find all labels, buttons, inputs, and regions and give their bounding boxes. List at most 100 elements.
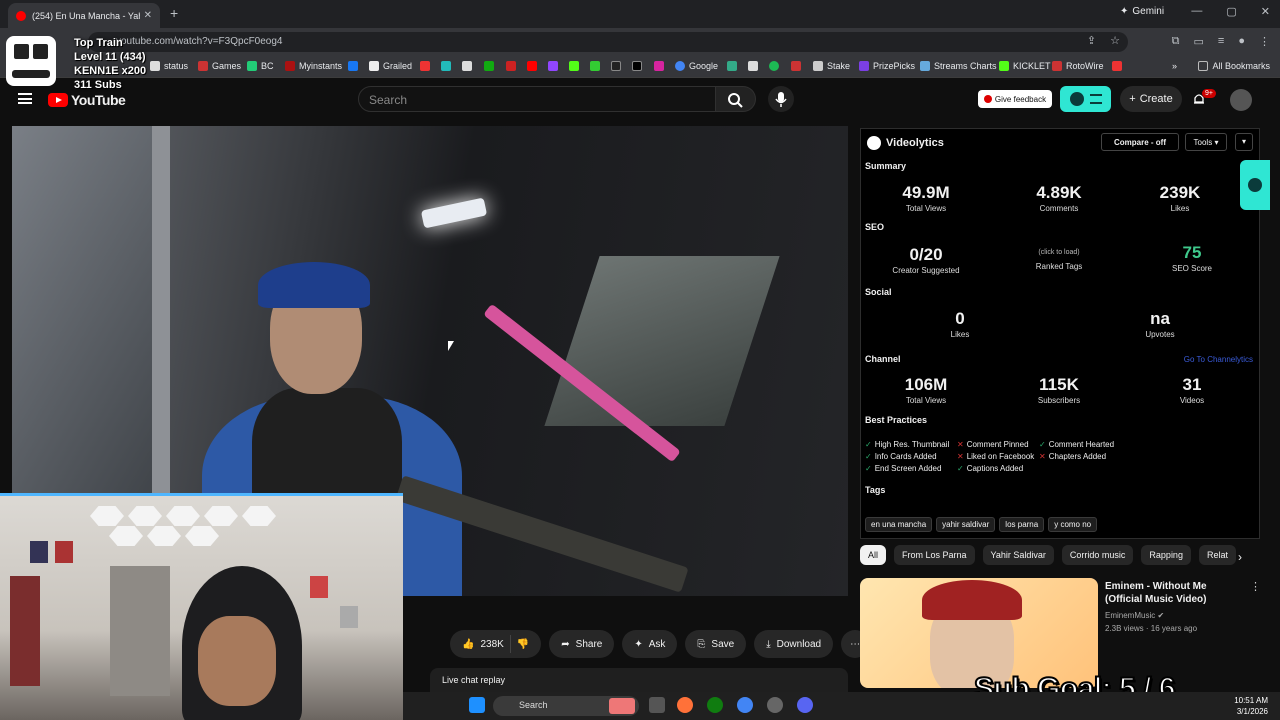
save-button[interactable]: ⎘ Save: [685, 630, 747, 658]
bookmarks-overflow-icon[interactable]: »: [1172, 61, 1177, 71]
voice-search-button[interactable]: [768, 86, 794, 112]
compare-toggle[interactable]: Compare - off: [1101, 133, 1179, 151]
chip-yahir-saldivar[interactable]: Yahir Saldivar: [982, 545, 1054, 565]
create-button[interactable]: + Create: [1120, 86, 1182, 112]
chip-corrido-music[interactable]: Corrido music: [1061, 545, 1134, 565]
stat-label: SEO Score: [1171, 264, 1212, 273]
youtube-bookmark-icon[interactable]: [527, 61, 537, 71]
download-button[interactable]: ⤓ Download: [754, 630, 834, 658]
more-options-icon[interactable]: ⋮: [1250, 580, 1261, 593]
chip-related[interactable]: Relat: [1198, 545, 1236, 565]
bookmark-grailed[interactable]: Grailed: [369, 61, 412, 71]
tag-chip[interactable]: en una mancha: [865, 517, 933, 532]
facebook-icon[interactable]: [348, 61, 358, 71]
bookmark-icon-f[interactable]: [590, 61, 600, 71]
maximize-icon[interactable]: ▢: [1226, 5, 1236, 18]
bookmark-status[interactable]: status: [150, 61, 188, 71]
xbox-icon[interactable]: [707, 697, 723, 713]
hamburger-menu-icon[interactable]: [18, 93, 32, 104]
bookmark-google[interactable]: Google: [675, 61, 718, 71]
best-practice-label: Comment Hearted: [1048, 440, 1115, 449]
spotify-icon[interactable]: [769, 61, 779, 71]
videolytics-logo-icon: [1248, 178, 1262, 192]
bookmark-myinstants[interactable]: Myinstants: [285, 61, 342, 71]
dislike-button[interactable]: 👎: [517, 639, 529, 650]
tag-chip[interactable]: y como no: [1048, 517, 1098, 532]
bookmark-star-icon[interactable]: ☆: [1110, 34, 1120, 47]
recommended-video-title[interactable]: Eminem - Without Me (Official Music Vide…: [1105, 580, 1245, 606]
tiktok-icon[interactable]: [611, 61, 621, 71]
tools-dropdown[interactable]: Tools ▾: [1185, 133, 1227, 151]
close-window-icon[interactable]: ✕: [1261, 5, 1270, 18]
videolytics-toggle-button[interactable]: [1060, 86, 1111, 112]
stat-value: 0/20: [909, 245, 943, 264]
bookmark-icon-h[interactable]: [748, 61, 758, 71]
bookmark-icon-a[interactable]: [420, 61, 430, 71]
kick-icon[interactable]: [569, 61, 579, 71]
all-bookmarks[interactable]: All Bookmarks: [1198, 61, 1270, 71]
bookmark-bc[interactable]: BC: [247, 61, 274, 71]
videolytics-side-tab[interactable]: [1240, 160, 1270, 210]
tag-chip[interactable]: yahir saldivar: [936, 517, 996, 532]
menu-icon[interactable]: ⋮: [1259, 35, 1270, 48]
firefox-icon[interactable]: [677, 697, 693, 713]
task-view-icon[interactable]: [649, 697, 665, 713]
live-chat-replay[interactable]: Live chat replay: [430, 668, 848, 692]
bookmark-icon-j[interactable]: [1112, 61, 1122, 71]
gemini-button[interactable]: ✦ Gemini: [1120, 6, 1164, 17]
recommended-channel[interactable]: EminemMusic: [1105, 611, 1155, 620]
tag-chip[interactable]: los parna: [999, 517, 1045, 532]
discord-icon[interactable]: [797, 697, 813, 713]
share-button[interactable]: ➦ Share: [549, 630, 615, 658]
youtube-logo[interactable]: YouTube: [48, 92, 126, 108]
collapse-panel-button[interactable]: ▾: [1235, 133, 1253, 151]
bookmark-icon-c[interactable]: [462, 61, 472, 71]
bookmark-prizepicks[interactable]: PrizePicks: [859, 61, 915, 71]
new-tab-icon[interactable]: +: [170, 5, 178, 21]
train-icon: [6, 36, 56, 86]
bookmark-icon-b[interactable]: [441, 61, 451, 71]
like-button[interactable]: 👍: [462, 639, 474, 650]
chrome-icon[interactable]: [737, 697, 753, 713]
mouse-cursor-icon: [448, 341, 454, 351]
seo-ranked-tags[interactable]: (click to load) Ranked Tags: [1004, 249, 1114, 271]
search-button[interactable]: [716, 86, 756, 112]
x-icon[interactable]: [632, 61, 642, 71]
sidebar-icon[interactable]: ▭: [1194, 35, 1204, 48]
browser-tab[interactable]: (254) En Una Mancha - Yah... ✕: [8, 3, 160, 28]
bookmark-kicklet[interactable]: KICKLET: [999, 61, 1051, 71]
chevron-right-icon[interactable]: ›: [1238, 550, 1242, 564]
windows-start-icon[interactable]: [469, 697, 485, 713]
bookmark-icon-d[interactable]: [484, 61, 494, 71]
search-input[interactable]: Search: [358, 86, 716, 112]
ask-button[interactable]: ✦ Ask: [622, 630, 678, 658]
give-feedback-button[interactable]: Give feedback: [978, 90, 1052, 108]
chip-all[interactable]: All: [860, 545, 887, 565]
youtube-favicon-icon: [16, 10, 26, 21]
system-clock[interactable]: 10:51 AM 3/1/2026: [1234, 695, 1268, 717]
media-icon[interactable]: ≡: [1218, 35, 1224, 48]
bookmark-streams-charts[interactable]: Streams Charts: [920, 61, 997, 71]
live-chat-label: Live chat replay: [442, 675, 506, 685]
twitch-icon[interactable]: [548, 61, 558, 71]
avatar[interactable]: [1230, 89, 1252, 111]
bookmark-icon-i[interactable]: [791, 61, 801, 71]
close-tab-icon[interactable]: ✕: [144, 10, 152, 21]
install-icon[interactable]: ⇪: [1087, 34, 1096, 47]
extensions-icon[interactable]: ⧉: [1172, 35, 1180, 48]
profile-icon[interactable]: ●: [1238, 35, 1245, 48]
instagram-icon[interactable]: [654, 61, 664, 71]
chip-rapping[interactable]: Rapping: [1141, 545, 1191, 565]
app-icon[interactable]: [767, 697, 783, 713]
bookmark-rotowire[interactable]: RotoWire: [1052, 61, 1104, 71]
bookmark-icon: [247, 61, 257, 71]
bookmark-icon-g[interactable]: [727, 61, 737, 71]
best-practice-label: High Res. Thumbnail: [874, 440, 950, 449]
bookmark-stake[interactable]: Stake: [813, 61, 850, 71]
minimize-icon[interactable]: —: [1191, 5, 1202, 18]
channelytics-link[interactable]: Go To Channelytics: [1184, 355, 1253, 364]
chip-from-los-parna[interactable]: From Los Parna: [894, 545, 975, 565]
bookmark-games[interactable]: Games: [198, 61, 241, 71]
bookmark-icon-e[interactable]: [506, 61, 516, 71]
address-bar[interactable]: youtube.com/watch?v=F3QpcF0eog4: [88, 32, 1128, 52]
